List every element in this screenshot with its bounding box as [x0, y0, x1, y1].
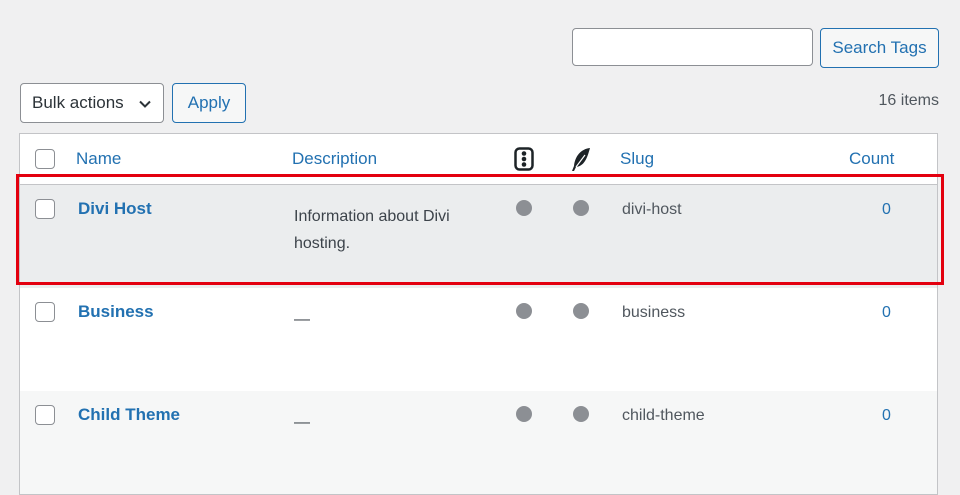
tag-description: —: [294, 311, 310, 328]
apply-button[interactable]: Apply: [172, 83, 246, 123]
search-tags-button[interactable]: Search Tags: [820, 28, 939, 68]
tags-table: Name Description Slug Count Divi Host In…: [19, 133, 938, 495]
tag-name-link[interactable]: Business: [78, 302, 154, 322]
search-input[interactable]: [572, 28, 813, 66]
status-dot-1: [516, 406, 532, 422]
select-all-checkbox[interactable]: [35, 149, 55, 169]
column-description[interactable]: Description: [292, 149, 377, 169]
status-dot-2: [573, 303, 589, 319]
column-slug[interactable]: Slug: [620, 149, 654, 169]
row-checkbox[interactable]: [35, 302, 55, 322]
status-dot-1: [516, 200, 532, 216]
items-count: 16 items: [878, 92, 939, 109]
bulk-actions-selected: Bulk actions: [32, 93, 124, 112]
tag-slug: child-theme: [622, 407, 705, 424]
table-header: Name Description Slug Count: [20, 134, 937, 185]
tag-name-link[interactable]: Child Theme: [78, 405, 180, 425]
table-row: Business — business 0: [20, 288, 937, 391]
table-row: Child Theme — child-theme 0: [20, 391, 937, 494]
row-checkbox[interactable]: [35, 405, 55, 425]
chevron-down-icon: [139, 100, 151, 108]
row-checkbox[interactable]: [35, 199, 55, 219]
traffic-light-icon: [514, 147, 534, 171]
tag-name-link[interactable]: Divi Host: [78, 199, 152, 219]
tag-count-link[interactable]: 0: [882, 201, 891, 219]
tag-count-link[interactable]: 0: [882, 304, 891, 322]
tag-description: Information about Divi hosting.: [294, 208, 450, 252]
tag-slug: business: [622, 304, 686, 321]
feather-icon: [572, 148, 590, 171]
tag-slug: divi-host: [622, 201, 682, 218]
bulk-actions-select[interactable]: Bulk actions: [20, 83, 164, 123]
tag-description: —: [294, 414, 310, 431]
status-dot-1: [516, 303, 532, 319]
status-dot-2: [573, 406, 589, 422]
column-count[interactable]: Count: [849, 149, 894, 169]
table-row: Divi Host Information about Divi hosting…: [20, 185, 937, 288]
status-dot-2: [573, 200, 589, 216]
column-name[interactable]: Name: [76, 149, 121, 169]
tag-count-link[interactable]: 0: [882, 407, 891, 425]
